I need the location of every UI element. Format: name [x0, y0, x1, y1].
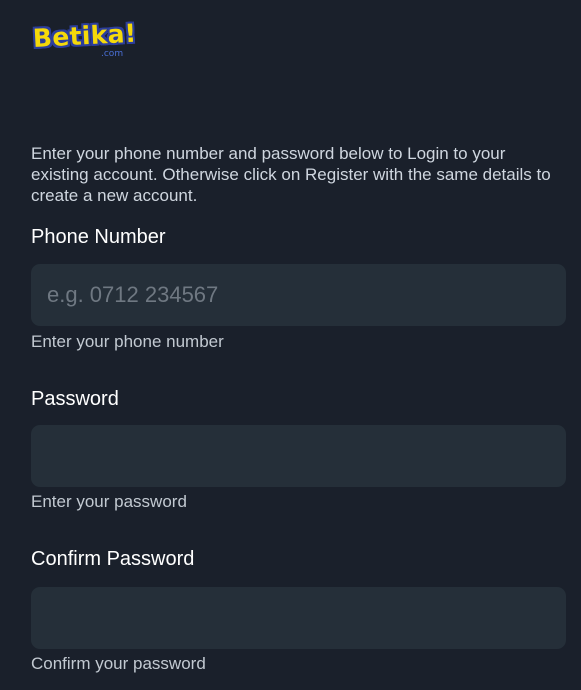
- confirm-password-label: Confirm Password: [31, 548, 195, 570]
- phone-number-input[interactable]: [31, 264, 566, 326]
- logo-domain-suffix: .com: [101, 49, 124, 59]
- phone-number-label: Phone Number: [31, 226, 166, 248]
- login-register-page: Betika! .com Enter your phone number and…: [0, 0, 581, 690]
- form-instructions: Enter your phone number and password bel…: [31, 144, 551, 205]
- confirm-password-hint: Confirm your password: [31, 654, 206, 673]
- betika-logo[interactable]: Betika! .com: [32, 19, 137, 61]
- phone-number-hint: Enter your phone number: [31, 332, 224, 351]
- password-label: Password: [31, 388, 119, 410]
- password-hint: Enter your password: [31, 492, 187, 511]
- confirm-password-input[interactable]: [31, 587, 566, 649]
- password-input[interactable]: [31, 425, 566, 487]
